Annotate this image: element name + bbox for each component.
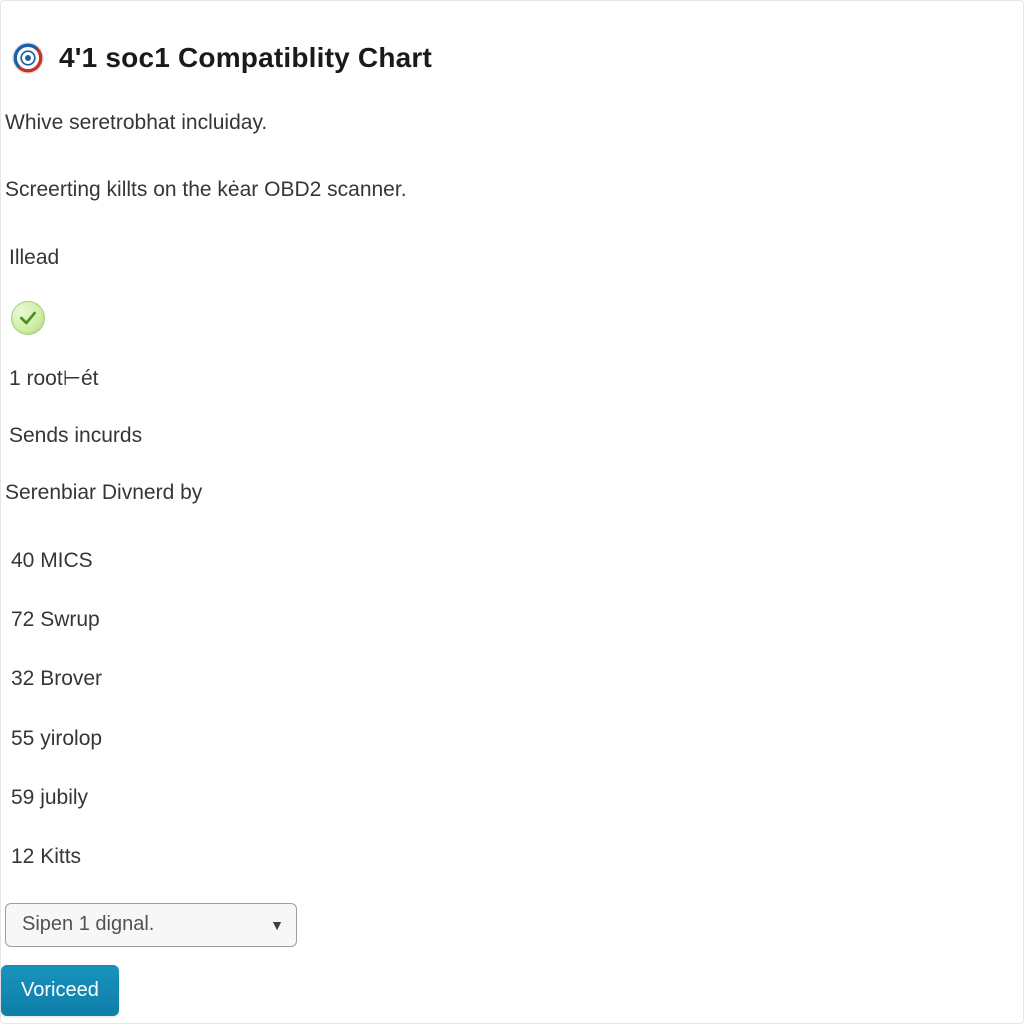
list-item: 55 yirolop xyxy=(7,725,1023,752)
intro-line-1: Whive seretrobhat incluiday. xyxy=(1,109,1023,136)
chevron-down-icon: ▼ xyxy=(270,917,284,933)
signal-select[interactable]: Sipen 1 dignal. ▼ xyxy=(5,903,297,947)
page-header: 4'1 soc1 Compatiblity Chart xyxy=(1,41,1023,75)
list-item: 59 jubily xyxy=(7,784,1023,811)
page-title: 4'1 soc1 Compatiblity Chart xyxy=(59,42,432,74)
intro-line-2: Screerting killts on the kėar OBD2 scann… xyxy=(1,176,1023,203)
signal-select-row: Sipen 1 dignal. ▼ xyxy=(1,903,1023,947)
signal-select-value: Sipen 1 dignal. xyxy=(22,913,154,936)
item-serenbiar: Serenbiar Divnerd by xyxy=(1,479,1023,506)
value-list: 40 MICS 72 Swrup 32 Brover 55 yirolop 59… xyxy=(1,547,1023,871)
proceed-button[interactable]: Voriceed xyxy=(1,965,119,1016)
list-item: 72 Swrup xyxy=(7,606,1023,633)
compatibility-page: 4'1 soc1 Compatiblity Chart Whive seretr… xyxy=(0,0,1024,1024)
status-indicator xyxy=(1,301,1023,335)
check-icon xyxy=(11,301,45,335)
action-row: Voriceed xyxy=(1,965,1023,1016)
app-logo-icon xyxy=(11,41,45,75)
item-sends: Sends incurds xyxy=(1,422,1023,449)
list-item: 12 Kitts xyxy=(7,843,1023,870)
list-item: 32 Brover xyxy=(7,665,1023,692)
status-label: Illead xyxy=(1,244,1023,271)
list-item: 40 MICS xyxy=(7,547,1023,574)
item-root: 1 root⊢ét xyxy=(1,365,1023,392)
